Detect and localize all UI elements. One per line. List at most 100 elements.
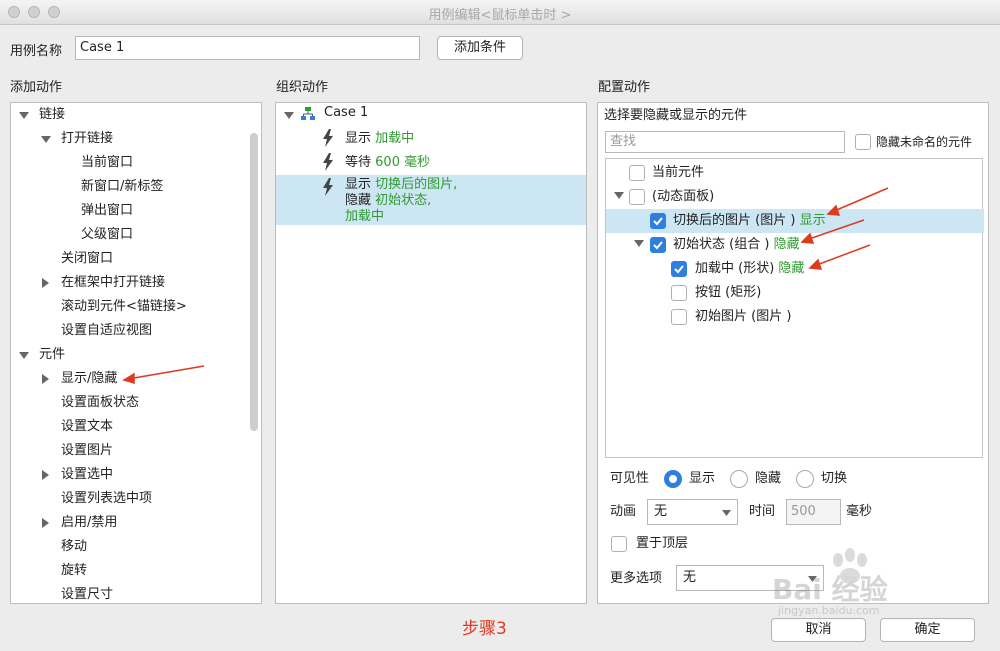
action-verb: 显示 xyxy=(345,131,372,146)
widget-tree[interactable]: 当前元件 (动态面板) 切换后的图片 (图片 ) 显示 初始状态 (组合 ) 隐… xyxy=(605,158,984,458)
widget-state: 隐藏 xyxy=(778,261,805,276)
visibility-show-label[interactable]: 显示 xyxy=(689,469,715,489)
tree-item-popup-window[interactable]: 弹出窗口 xyxy=(81,201,133,221)
lightning-icon xyxy=(323,178,333,196)
window-title: 用例编辑<鼠标单击时 > xyxy=(428,8,572,23)
case-name-label: 用例名称 xyxy=(10,44,63,59)
visibility-toggle-label[interactable]: 切换 xyxy=(821,469,847,489)
bring-to-front-checkbox[interactable] xyxy=(611,536,627,552)
widget-checkbox[interactable] xyxy=(671,309,687,325)
action-row[interactable]: 显示 切换后的图片, xyxy=(345,177,457,193)
collapse-triangle-icon[interactable] xyxy=(42,278,49,288)
visibility-toggle-radio[interactable] xyxy=(796,470,814,488)
configure-actions-panel: 选择要隐藏或显示的元件 查找 隐藏未命名的元件 当前元件 (动态面板) 切换后的… xyxy=(597,102,989,604)
organize-actions-header: 组织动作 xyxy=(276,80,329,95)
tree-item-widgets[interactable]: 元件 xyxy=(39,345,65,365)
baidu-watermark: Bai 经验 jingyan.baidu.com xyxy=(770,548,980,618)
expand-triangle-icon[interactable] xyxy=(41,136,51,143)
step-annotation: 步骤3 xyxy=(462,619,507,639)
tree-item-current-window[interactable]: 当前窗口 xyxy=(81,153,133,173)
tree-item-switched-image[interactable]: 切换后的图片 (图片 ) 显示 xyxy=(673,211,826,231)
tree-item-new-window[interactable]: 新窗口/新标签 xyxy=(81,177,163,197)
lightning-icon xyxy=(323,129,333,147)
action-row[interactable]: 隐藏 初始状态, xyxy=(345,193,431,209)
add-actions-header: 添加动作 xyxy=(10,80,63,95)
visibility-hide-label[interactable]: 隐藏 xyxy=(755,469,781,489)
tree-item-open-in-frame[interactable]: 在框架中打开链接 xyxy=(61,273,165,293)
visibility-hide-radio[interactable] xyxy=(730,470,748,488)
case-label[interactable]: Case 1 xyxy=(324,103,368,123)
add-actions-panel[interactable]: 链接 打开链接 当前窗口 新窗口/新标签 弹出窗口 父级窗口 关闭窗口 在框架中… xyxy=(10,102,262,604)
animation-label: 动画 xyxy=(610,504,637,519)
tree-item-rotate[interactable]: 旋转 xyxy=(61,561,87,581)
tree-item-move[interactable]: 移动 xyxy=(61,537,87,557)
tree-item-initial-state[interactable]: 初始状态 (组合 ) 隐藏 xyxy=(673,235,800,255)
widget-checkbox[interactable] xyxy=(671,285,687,301)
tree-item-set-selected[interactable]: 设置选中 xyxy=(61,465,113,485)
organize-actions-panel[interactable]: Case 1 显示 加载中 等待 600 毫秒 显示 切换后的图片, 隐藏 初始… xyxy=(275,102,587,604)
tree-item-parent-window[interactable]: 父级窗口 xyxy=(81,225,133,245)
tree-item-set-image[interactable]: 设置图片 xyxy=(61,441,113,461)
action-verb: 隐藏 xyxy=(345,193,372,208)
chevron-down-icon xyxy=(722,510,731,516)
tree-item-show-hide[interactable]: 显示/隐藏 xyxy=(61,369,117,389)
widget-checkbox-checked[interactable] xyxy=(671,261,687,277)
widget-state: 隐藏 xyxy=(773,237,800,252)
expand-triangle-icon[interactable] xyxy=(614,192,624,199)
tree-item-current-widget[interactable]: 当前元件 xyxy=(652,163,704,183)
tree-item-scroll-to-widget[interactable]: 滚动到元件<锚链接> xyxy=(61,297,187,317)
tree-item-set-adaptive-view[interactable]: 设置自适应视图 xyxy=(61,321,152,341)
widget-name: 初始状态 (组合 ) xyxy=(673,237,770,252)
case-tree-icon xyxy=(301,107,315,120)
tree-item-set-size[interactable]: 设置尺寸 xyxy=(61,585,113,603)
expand-triangle-icon[interactable] xyxy=(634,240,644,247)
expand-triangle-icon[interactable] xyxy=(19,352,29,359)
visibility-show-radio[interactable] xyxy=(664,470,682,488)
widget-name: 加载中 (形状) xyxy=(695,261,775,276)
action-verb: 显示 xyxy=(345,177,372,192)
action-target: 加载中 xyxy=(375,131,415,146)
tree-item-loading[interactable]: 加载中 (形状) 隐藏 xyxy=(695,259,804,279)
visibility-label: 可见性 xyxy=(610,471,650,486)
bring-to-front-label[interactable]: 置于顶层 xyxy=(636,534,688,554)
collapse-triangle-icon[interactable] xyxy=(42,374,49,384)
hide-unnamed-checkbox[interactable] xyxy=(855,134,871,150)
time-input[interactable]: 500 xyxy=(786,499,841,525)
widget-checkbox[interactable] xyxy=(629,165,645,181)
animation-select[interactable]: 无 xyxy=(647,499,738,525)
collapse-triangle-icon[interactable] xyxy=(42,518,49,528)
cancel-button[interactable]: 取消 xyxy=(771,618,866,642)
configure-actions-header: 配置动作 xyxy=(598,80,651,95)
action-target: 600 毫秒 xyxy=(375,155,431,170)
widget-checkbox-checked[interactable] xyxy=(650,237,666,253)
ok-button[interactable]: 确定 xyxy=(880,618,975,642)
search-input[interactable]: 查找 xyxy=(605,131,845,153)
expand-triangle-icon[interactable] xyxy=(19,112,29,119)
collapse-triangle-icon[interactable] xyxy=(42,470,49,480)
tree-item-set-text[interactable]: 设置文本 xyxy=(61,417,113,437)
scrollbar-thumb[interactable] xyxy=(250,133,258,431)
tree-item-enable-disable[interactable]: 启用/禁用 xyxy=(61,513,117,533)
action-row[interactable]: 加载中 xyxy=(345,209,384,225)
more-options-value: 无 xyxy=(683,570,697,585)
tree-item-set-panel-state[interactable]: 设置面板状态 xyxy=(61,393,139,413)
tree-item-link[interactable]: 链接 xyxy=(39,105,65,125)
tree-item-close-window[interactable]: 关闭窗口 xyxy=(61,249,113,269)
widget-checkbox[interactable] xyxy=(629,189,645,205)
tree-item-open-link[interactable]: 打开链接 xyxy=(61,129,113,149)
add-condition-button[interactable]: 添加条件 xyxy=(437,36,523,60)
action-target: 加载中 xyxy=(345,209,385,224)
watermark-brand: Bai 经验 xyxy=(772,573,888,606)
tree-item-set-list-selection[interactable]: 设置列表选中项 xyxy=(61,489,152,509)
tree-item-initial-image[interactable]: 初始图片 (图片 ) xyxy=(695,307,791,327)
widget-checkbox-checked[interactable] xyxy=(650,213,666,229)
action-target: 初始状态, xyxy=(375,193,432,208)
expand-triangle-icon[interactable] xyxy=(284,112,294,119)
tree-item-dynamic-panel[interactable]: (动态面板) xyxy=(652,187,714,207)
case-name-input[interactable]: Case 1 xyxy=(75,36,420,60)
action-row[interactable]: 显示 加载中 xyxy=(345,129,414,149)
select-widgets-prompt: 选择要隐藏或显示的元件 xyxy=(604,108,748,123)
title-bar: 用例编辑<鼠标单击时 > xyxy=(0,0,1000,25)
tree-item-button[interactable]: 按钮 (矩形) xyxy=(695,283,761,303)
action-row[interactable]: 等待 600 毫秒 xyxy=(345,153,430,173)
